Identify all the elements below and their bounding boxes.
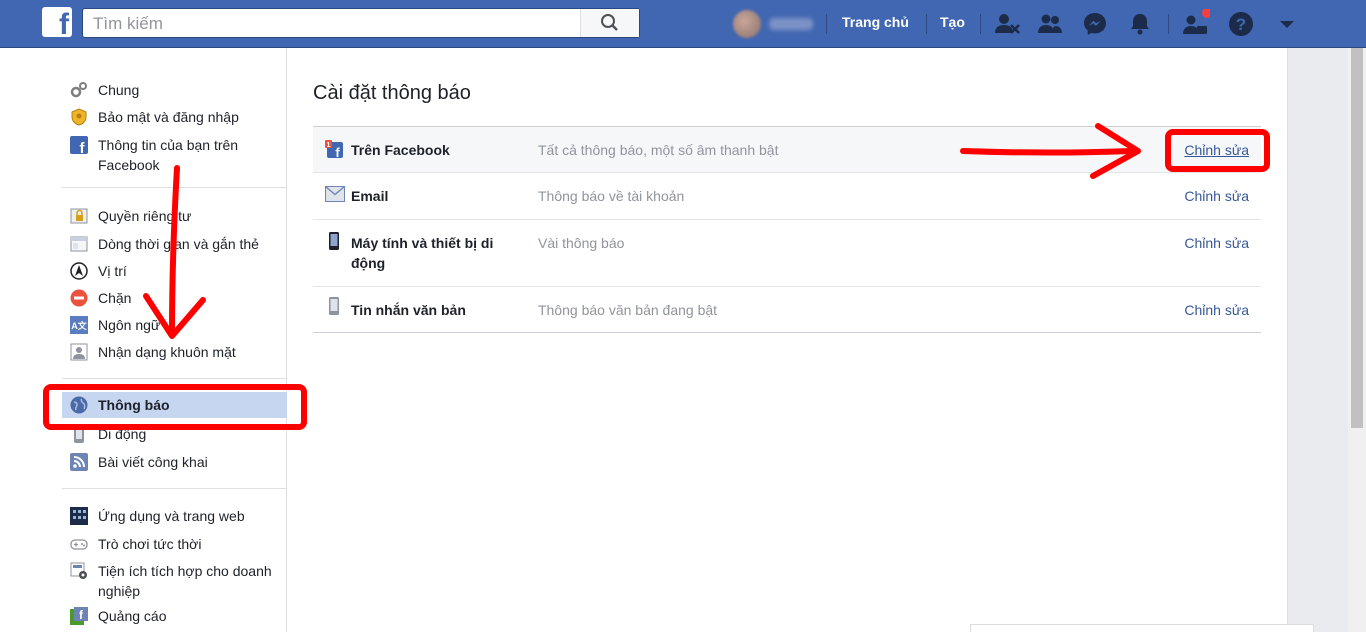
sidebar-item-label: Chặn bbox=[98, 290, 132, 306]
nav-separator bbox=[826, 14, 827, 34]
edit-link[interactable]: Chỉnh sửa bbox=[1184, 186, 1249, 206]
row-name: Máy tính và thiết bị di động bbox=[351, 235, 494, 271]
search-icon bbox=[601, 14, 618, 31]
chat-tab[interactable] bbox=[970, 624, 1314, 632]
people-icon[interactable] bbox=[1035, 9, 1065, 39]
avatar bbox=[733, 10, 761, 38]
annotation-notifications-highlight bbox=[43, 384, 307, 430]
ads-icon: f bbox=[70, 607, 88, 625]
row-description: Tất cả thông báo, một số âm thanh bật bbox=[538, 142, 779, 158]
sidebar-divider bbox=[62, 187, 286, 188]
page-scrollbar[interactable] bbox=[1348, 48, 1366, 632]
sidebar-item-label: Ứng dụng và trang web bbox=[98, 508, 245, 524]
apps-icon bbox=[70, 507, 88, 525]
timeline-icon bbox=[70, 236, 88, 252]
sidebar-item-label: Thông tin của bạn trên Facebook bbox=[98, 137, 239, 173]
sidebar-item-label: Quyền riêng tư bbox=[98, 208, 192, 224]
edit-link[interactable]: Chỉnh sửa bbox=[1184, 233, 1249, 253]
sidebar-divider bbox=[62, 378, 286, 379]
gear-icon bbox=[70, 82, 87, 98]
row-name: Email bbox=[351, 188, 389, 204]
search-input[interactable] bbox=[91, 13, 575, 35]
help-icon[interactable]: ? bbox=[1226, 9, 1256, 39]
sidebar-item-label: Nhận dạng khuôn mặt bbox=[98, 344, 236, 360]
page-title: Cài đặt thông báo bbox=[313, 82, 471, 104]
profile-link[interactable] bbox=[733, 10, 813, 38]
email-icon bbox=[325, 186, 345, 202]
location-icon bbox=[70, 262, 88, 280]
sidebar-divider bbox=[62, 488, 286, 489]
search-button[interactable] bbox=[580, 9, 639, 37]
notification-badge bbox=[1202, 9, 1210, 18]
rss-icon bbox=[70, 453, 88, 471]
sidebar-item-label: Bài viết công khai bbox=[98, 454, 208, 470]
nav-separator bbox=[980, 14, 981, 34]
shield-icon bbox=[71, 108, 87, 126]
svg-text:?: ? bbox=[1236, 15, 1246, 34]
facebook-notif-icon: f1 bbox=[325, 140, 343, 158]
facebook-icon: f bbox=[70, 136, 88, 154]
home-link[interactable]: Trang chủ bbox=[842, 14, 909, 30]
blurred-username bbox=[769, 18, 813, 30]
top-navigation-bar: f Trang chủ Tạo bbox=[0, 0, 1366, 48]
table-row[interactable]: f1 Trên Facebook Tất cả thông báo, một s… bbox=[313, 127, 1261, 172]
edit-link[interactable]: Chỉnh sửa bbox=[1184, 300, 1249, 320]
sms-icon bbox=[329, 297, 339, 315]
business-icon bbox=[70, 562, 87, 579]
phone-icon bbox=[329, 232, 339, 250]
nav-separator bbox=[1168, 14, 1169, 34]
row-description: Vài thông báo bbox=[538, 235, 625, 251]
sidebar-item-label: Vị trí bbox=[98, 263, 127, 279]
account-icon[interactable] bbox=[1180, 9, 1210, 39]
table-row[interactable]: Tin nhắn văn bản Thông báo văn bản đang … bbox=[313, 286, 1261, 332]
gamepad-icon bbox=[70, 539, 88, 550]
sidebar-item-label: Dòng thời gian và gắn thẻ bbox=[98, 236, 259, 252]
scrollbar-thumb[interactable] bbox=[1351, 48, 1363, 428]
search-box bbox=[82, 8, 640, 38]
bell-icon[interactable] bbox=[1125, 9, 1155, 39]
annotation-edit-highlight bbox=[1165, 129, 1270, 172]
notification-settings-table: f1 Trên Facebook Tất cả thông báo, một s… bbox=[313, 126, 1261, 333]
row-name: Tin nhắn văn bản bbox=[351, 302, 466, 318]
table-row[interactable]: Email Thông báo về tài khoản Chỉnh sửa bbox=[313, 172, 1261, 219]
caret-down-icon[interactable] bbox=[1272, 9, 1302, 39]
face-icon bbox=[70, 343, 88, 361]
sidebar-item-label: Quảng cáo bbox=[98, 608, 167, 624]
messenger-icon[interactable] bbox=[1080, 9, 1110, 39]
row-description: Thông báo văn bản đang bật bbox=[538, 302, 718, 318]
facebook-logo[interactable]: f bbox=[42, 7, 72, 41]
facebook-logo-letter: f bbox=[59, 8, 69, 41]
sidebar-item-label: Tiện ích tích hợp cho doanh nghiệp bbox=[98, 563, 272, 599]
svg-text:A文: A文 bbox=[71, 320, 87, 331]
sidebar-item-label: Bảo mật và đăng nhập bbox=[98, 109, 239, 125]
table-row[interactable]: Máy tính và thiết bị di động Vài thông b… bbox=[313, 219, 1261, 286]
friend-requests-icon[interactable] bbox=[992, 9, 1022, 39]
sidebar-item-label: Trò chơi tức thời bbox=[98, 536, 202, 552]
block-icon bbox=[70, 289, 88, 307]
nav-separator bbox=[926, 14, 927, 34]
lock-icon bbox=[70, 208, 88, 224]
svg-text:f: f bbox=[335, 145, 340, 158]
sidebar-item-label: Chung bbox=[98, 82, 140, 98]
language-icon: A文 bbox=[70, 316, 88, 334]
svg-text:1: 1 bbox=[327, 142, 331, 149]
row-name: Trên Facebook bbox=[351, 142, 450, 158]
sidebar-item-label: Ngôn ngữ bbox=[98, 317, 161, 333]
create-link[interactable]: Tạo bbox=[940, 14, 965, 30]
row-description: Thông báo về tài khoản bbox=[538, 188, 685, 204]
